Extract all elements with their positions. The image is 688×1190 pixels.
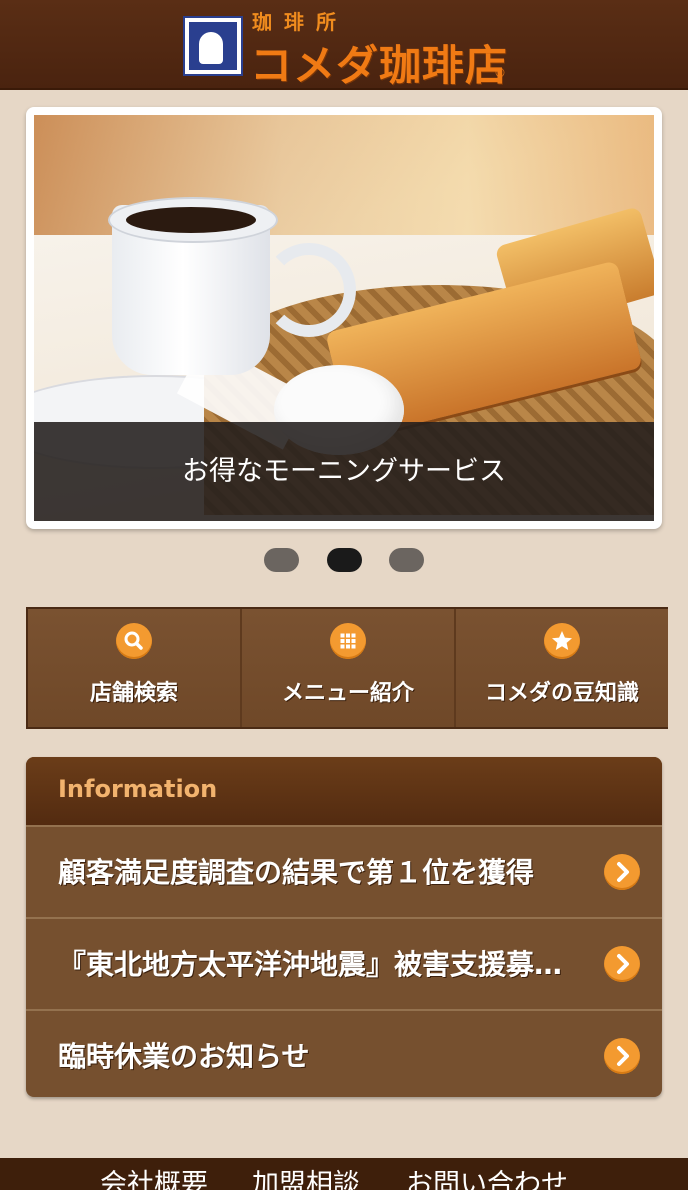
nav-menu[interactable]: メニュー紹介 bbox=[242, 609, 456, 727]
footer-link-company[interactable]: 会社概要 bbox=[100, 1162, 208, 1190]
app-header: 珈琲所 コメダ珈琲店 ® bbox=[0, 0, 688, 90]
komeda-logo-badge[interactable] bbox=[183, 16, 243, 76]
nav-trivia[interactable]: コメダの豆知識 bbox=[456, 609, 668, 727]
chevron-right-icon bbox=[604, 854, 640, 890]
info-item-text: 顧客満足度調査の結果で第１位を獲得 bbox=[58, 856, 535, 889]
grid-icon bbox=[330, 623, 366, 659]
search-icon bbox=[116, 623, 152, 659]
slider-dot-2[interactable] bbox=[327, 548, 362, 572]
photo-coffee bbox=[126, 207, 256, 233]
registered-mark: ® bbox=[494, 66, 506, 80]
star-icon bbox=[544, 623, 580, 659]
info-list-item[interactable]: 『東北地方太平洋沖地震』被害支援募… bbox=[26, 917, 662, 1007]
information-title: Information bbox=[58, 775, 218, 803]
chevron-right-icon bbox=[604, 946, 640, 982]
nav-store-search[interactable]: 店舗検索 bbox=[28, 609, 242, 727]
nav-store-search-label: 店舗検索 bbox=[89, 681, 178, 706]
footer-link-contact[interactable]: お問い合わせ bbox=[406, 1162, 568, 1190]
information-header: Information bbox=[26, 757, 662, 825]
slide-caption[interactable]: お得なモーニングサービス bbox=[34, 422, 654, 521]
main-nav: 店舗検索 メニュー紹介 コメダの豆知識 bbox=[26, 607, 668, 729]
chevron-right-icon bbox=[604, 1038, 640, 1074]
logo-subtitle: 珈琲所 bbox=[252, 10, 348, 34]
photo-cup-handle bbox=[262, 243, 356, 337]
logo-mascot-icon bbox=[199, 32, 223, 64]
logo-wordmark[interactable]: コメダ珈琲店 bbox=[250, 32, 508, 93]
info-item-text: 『東北地方太平洋沖地震』被害支援募… bbox=[58, 948, 563, 981]
slider-pagination bbox=[0, 548, 688, 572]
footer-link-franchise[interactable]: 加盟相談 bbox=[252, 1162, 360, 1190]
nav-menu-label: メニュー紹介 bbox=[281, 681, 414, 706]
information-panel: Information 顧客満足度調査の結果で第１位を獲得 『東北地方太平洋沖地… bbox=[26, 757, 662, 1097]
slider-dot-1[interactable] bbox=[264, 548, 299, 572]
info-item-text: 臨時休業のお知らせ bbox=[58, 1040, 310, 1073]
slider-dot-3[interactable] bbox=[389, 548, 424, 572]
nav-trivia-label: コメダの豆知識 bbox=[484, 681, 639, 706]
info-list-item[interactable]: 顧客満足度調査の結果で第１位を獲得 bbox=[26, 825, 662, 915]
footer-nav: 会社概要 加盟相談 お問い合わせ bbox=[0, 1158, 688, 1190]
hero-slider[interactable]: お得なモーニングサービス bbox=[26, 107, 662, 529]
info-list-item[interactable]: 臨時休業のお知らせ bbox=[26, 1009, 662, 1097]
